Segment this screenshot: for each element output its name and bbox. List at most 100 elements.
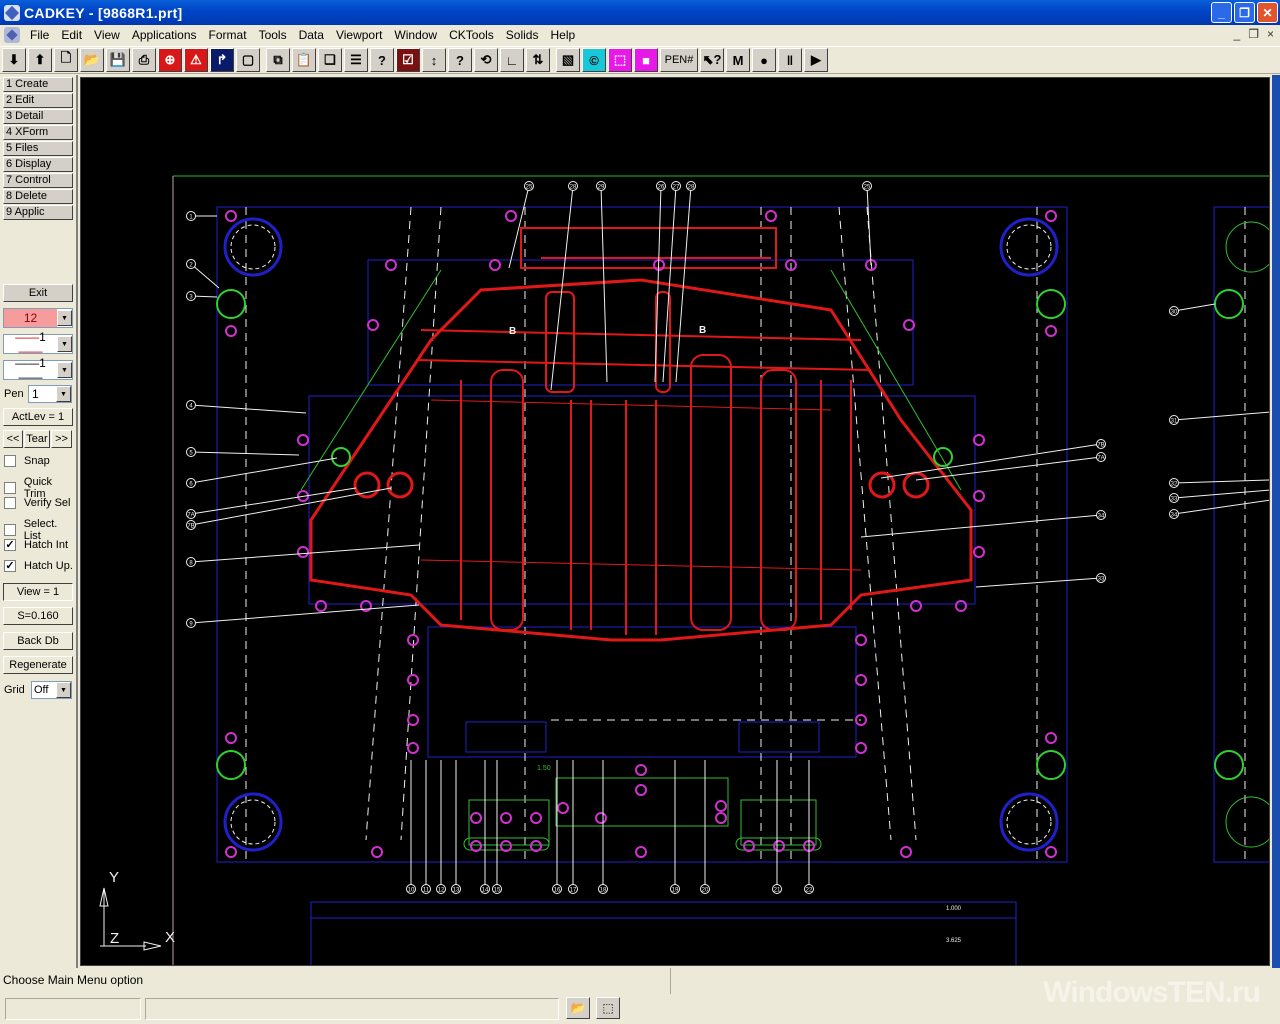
arrow-down-icon[interactable]: ⬇ — [2, 48, 26, 72]
screw-hole — [225, 325, 237, 337]
pen-number-button[interactable]: PEN# — [660, 48, 698, 72]
render-icon[interactable]: © — [582, 48, 606, 72]
main-menu-item[interactable]: 2 Edit — [3, 93, 73, 108]
bottom-plates — [463, 777, 822, 851]
cad-drawing[interactable]: 1234567A7B8925 28 29 26 27 28 2510 11 12 13 14 15 16… — [81, 78, 1270, 966]
macro-play-icon[interactable]: ▶ — [804, 48, 828, 72]
chevron-down-icon[interactable]: ▼ — [57, 336, 72, 352]
next-button[interactable]: >> — [51, 430, 72, 448]
previous-button[interactable]: << — [3, 430, 23, 448]
list-icon[interactable]: ☰ — [344, 48, 368, 72]
mdi-restore-button[interactable]: ❐ — [1248, 27, 1259, 41]
checkbox-hatch-int[interactable]: ✓ Hatch Int — [4, 539, 68, 551]
menu-solids[interactable]: Solids — [500, 25, 545, 45]
paste-icon[interactable]: 📋 — [292, 48, 316, 72]
open-folder-icon[interactable]: 📂 — [566, 997, 590, 1019]
view-button[interactable]: View = 1 — [3, 583, 73, 601]
main-menu-item[interactable]: 6 Display — [3, 157, 73, 172]
main-menu-item[interactable]: 8 Delete — [3, 189, 73, 204]
new-file-icon[interactable]: 🗋 — [54, 48, 78, 72]
arrow-up-icon[interactable]: ⬆ — [28, 48, 52, 72]
menu-window[interactable]: Window — [388, 25, 443, 45]
main-menu-item[interactable]: 1 Create — [3, 77, 73, 92]
pointer-help-icon[interactable]: ⬉? — [700, 48, 724, 72]
checkbox-box[interactable] — [4, 497, 16, 509]
line-width-select[interactable]: ——1—— ▼ — [3, 356, 73, 384]
mdi-close-button[interactable]: × — [1267, 27, 1274, 41]
screw-hole — [715, 800, 727, 812]
item-balloon: 5 — [186, 447, 300, 457]
minimize-button[interactable]: _ — [1211, 2, 1232, 23]
restore-button[interactable]: ❐ — [1234, 2, 1255, 23]
close-button[interactable]: ✕ — [1257, 2, 1278, 23]
menu-applications[interactable]: Applications — [126, 25, 203, 45]
select-window-icon[interactable]: ▢ — [236, 48, 260, 72]
main-menu-item[interactable]: 9 Applic — [3, 205, 73, 220]
open-folder-icon[interactable]: 📂 — [80, 48, 104, 72]
part-geometry — [309, 227, 973, 642]
back-db-button[interactable]: Back Db — [3, 632, 73, 650]
menu-tools[interactable]: Tools — [253, 25, 293, 45]
macro-record-icon[interactable]: ● — [752, 48, 776, 72]
pen-select[interactable]: 1 ▼ — [28, 385, 72, 403]
menu-data[interactable]: Data — [293, 25, 330, 45]
layers-icon[interactable]: ❏ — [318, 48, 342, 72]
chevron-down-icon[interactable]: ▼ — [57, 310, 72, 326]
menu-view[interactable]: View — [88, 25, 126, 45]
checkbox-box[interactable] — [4, 482, 16, 494]
menu-viewport[interactable]: Viewport — [330, 25, 388, 45]
chevron-down-icon[interactable]: ▼ — [57, 362, 72, 378]
checklist-icon[interactable]: ☑ — [396, 48, 420, 72]
cube-wireframe-icon[interactable]: ⬚ — [608, 48, 632, 72]
chevron-down-icon[interactable]: ▼ — [56, 386, 71, 402]
scale-button[interactable]: S=0.160 — [3, 607, 73, 625]
tear-button[interactable]: Tear — [24, 430, 50, 448]
menu-file[interactable]: File — [24, 25, 55, 45]
trim-path-icon[interactable]: ↱ — [210, 48, 234, 72]
checkbox-box[interactable] — [4, 455, 16, 467]
menu-edit[interactable]: Edit — [55, 25, 88, 45]
checkbox-hatch-up[interactable]: ✓ Hatch Up. — [4, 560, 73, 572]
rotate-view-icon[interactable]: ⟲ — [474, 48, 498, 72]
macro-pause-icon[interactable]: ‖ — [778, 48, 802, 72]
checkbox-verify-sel[interactable]: Verify Sel — [4, 497, 70, 509]
measure-distance-icon[interactable]: ↕ — [422, 48, 446, 72]
color-select[interactable]: 12 ▼ — [3, 308, 73, 328]
main-menu-item[interactable]: 5 Files — [3, 141, 73, 156]
query-dashed-icon[interactable]: ? — [370, 48, 394, 72]
menu-cktools[interactable]: CKTools — [443, 25, 500, 45]
cad-viewport[interactable]: 1 2 3 4 5 6 7A 7B 8 9 25 28 29 26 27 28 25 10 11 12 13 14 15 16… — [80, 77, 1270, 966]
checkbox-snap[interactable]: Snap — [4, 455, 50, 467]
main-menu-item[interactable]: 7 Control — [3, 173, 73, 188]
balloon-number: 22 — [806, 888, 813, 894]
checkbox-box[interactable] — [4, 524, 16, 536]
macro-icon[interactable]: M — [726, 48, 750, 72]
menu-format[interactable]: Format — [203, 25, 253, 45]
active-level-button[interactable]: ActLev = 1 — [3, 408, 73, 426]
save-icon[interactable]: 💾 — [106, 48, 130, 72]
crosshair-target-icon[interactable]: ⊕ — [158, 48, 182, 72]
item-balloon: 8 — [186, 544, 420, 567]
print-icon[interactable]: ⎙ — [132, 48, 156, 72]
mdi-minimize-button[interactable]: _ — [1234, 27, 1241, 41]
main-menu-item[interactable]: 3 Detail — [3, 109, 73, 124]
main-menu-item[interactable]: 4 XForm — [3, 125, 73, 140]
regenerate-button[interactable]: Regenerate — [3, 656, 73, 674]
axis-icon[interactable]: ∟ — [500, 48, 524, 72]
copy-icon[interactable]: ⧉ — [266, 48, 290, 72]
menu-help[interactable]: Help — [544, 25, 581, 45]
axis-label-y: Y — [109, 869, 119, 886]
chevron-down-icon[interactable]: ▼ — [56, 682, 71, 698]
select-window-icon[interactable]: ⬚ — [596, 997, 620, 1019]
query-add-icon[interactable]: ? — [448, 48, 472, 72]
checkbox-box[interactable]: ✓ — [4, 539, 16, 551]
hatch-brush-icon[interactable]: ▧ — [556, 48, 580, 72]
checkbox-box[interactable]: ✓ — [4, 560, 16, 572]
exit-button[interactable]: Exit — [3, 284, 73, 302]
grid-select[interactable]: Off ▼ — [31, 681, 72, 699]
warning-triangle-icon[interactable]: ⚠ — [184, 48, 208, 72]
line-type-select[interactable]: ——1—— ▼ — [3, 330, 73, 358]
document-icon[interactable] — [4, 27, 20, 43]
dimension-icon[interactable]: ⇅ — [526, 48, 550, 72]
color-cube-icon[interactable]: ■ — [634, 48, 658, 72]
